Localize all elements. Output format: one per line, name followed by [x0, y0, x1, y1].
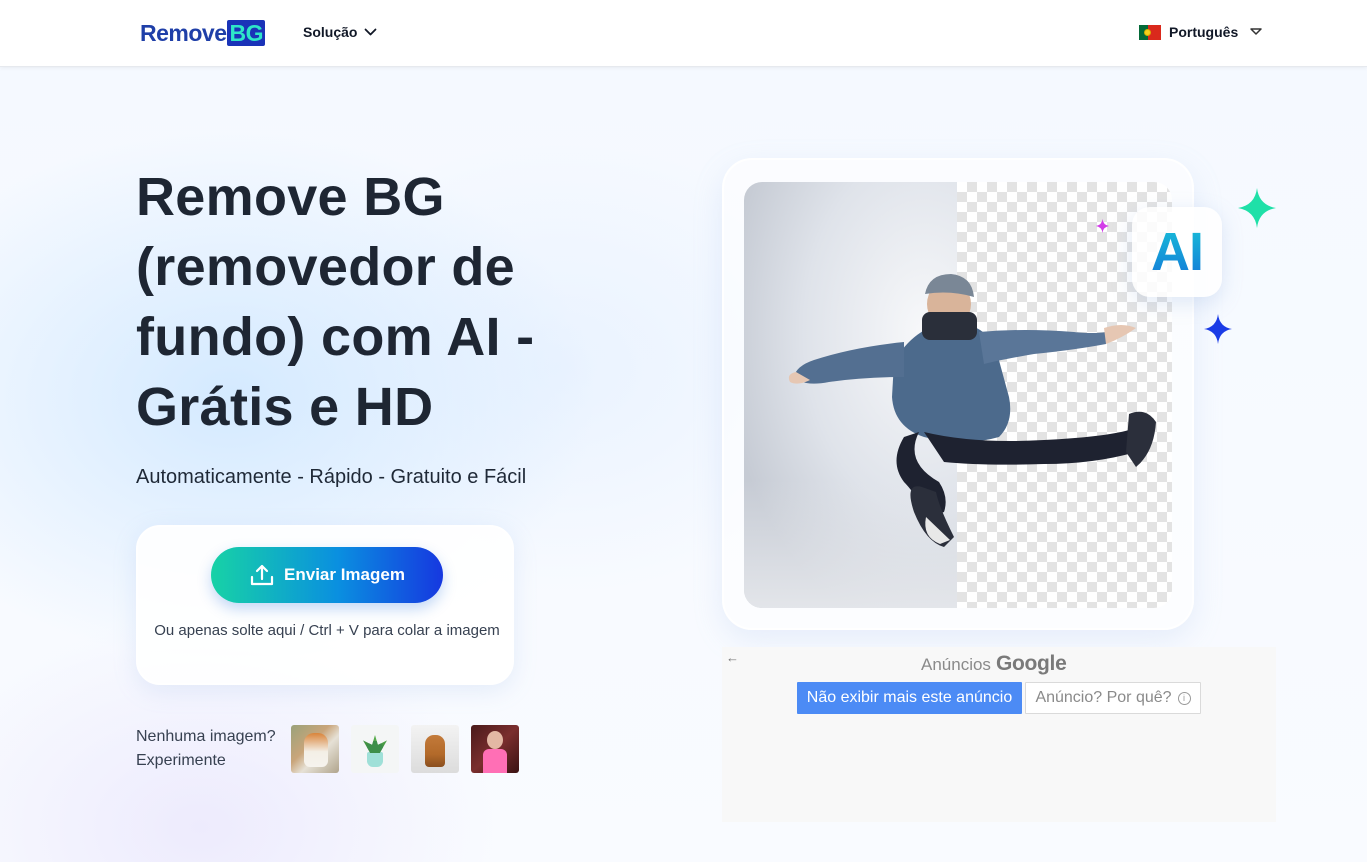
sparkle-green-icon [1238, 188, 1276, 228]
ai-badge-label: AI [1151, 222, 1204, 282]
portugal-flag-icon [1139, 24, 1161, 40]
google-brand-text: Google [995, 652, 1067, 675]
upload-dropzone[interactable]: Enviar Imagem Ou apenas solte aqui / Ctr… [136, 525, 514, 685]
hero-subtitle: Automaticamente - Rápido - Gratuito e Fá… [136, 466, 527, 488]
top-navigation-bar: Remove BG Solução Português [0, 0, 1367, 67]
sample-images [291, 725, 531, 773]
sparkle-pink-icon [1096, 219, 1109, 233]
info-icon: i [1177, 691, 1191, 705]
before-after-image [744, 182, 1172, 608]
sparkle-blue-icon [1204, 314, 1232, 344]
woman-thumbnail[interactable] [471, 725, 519, 773]
ad-label-text: Anúncios [921, 655, 991, 674]
why-this-ad-label: Anúncio? Por quê? [1035, 689, 1172, 706]
chevron-down-icon [365, 28, 377, 35]
google-ad-panel: ← Anúncios Google Não exibir mais este a… [722, 647, 1276, 822]
caret-down-icon [1250, 28, 1262, 35]
ad-label: Anúncios Google [921, 652, 1067, 676]
nav-solucao-label: Solução [303, 24, 358, 40]
plant-thumbnail[interactable] [351, 725, 399, 773]
try-label-line1: Nenhuma imagem? [136, 728, 276, 745]
showcase-card [722, 158, 1194, 630]
drop-hint-text: Ou apenas solte aqui / Ctrl + V para col… [154, 622, 500, 639]
logo-text-bg: BG [227, 20, 265, 46]
try-label-line2: Experimente [136, 752, 226, 769]
try-sample-label: Nenhuma imagem? Experimente [136, 725, 276, 773]
hide-ad-button[interactable]: Não exibir mais este anúncio [797, 682, 1022, 714]
upload-button-label: Enviar Imagem [284, 565, 405, 584]
dog-thumbnail[interactable] [411, 725, 459, 773]
language-selector[interactable]: Português [1139, 24, 1262, 40]
why-this-ad-button[interactable]: Anúncio? Por quê? i [1025, 682, 1201, 714]
ad-back-arrow-icon[interactable]: ← [726, 650, 739, 665]
ai-badge: AI [1132, 207, 1222, 297]
logo-text-remove: Remove [140, 19, 227, 46]
page-title: Remove BG (removedor de fundo) com AI - … [136, 167, 535, 437]
upload-image-button[interactable]: Enviar Imagem [211, 547, 443, 603]
dancer-illustration [788, 274, 1156, 547]
upload-icon [250, 564, 274, 586]
removebg-logo[interactable]: Remove BG [140, 20, 265, 46]
nav-solucao-dropdown[interactable]: Solução [303, 24, 377, 40]
cat-thumbnail[interactable] [291, 725, 339, 773]
language-label: Português [1169, 24, 1239, 40]
